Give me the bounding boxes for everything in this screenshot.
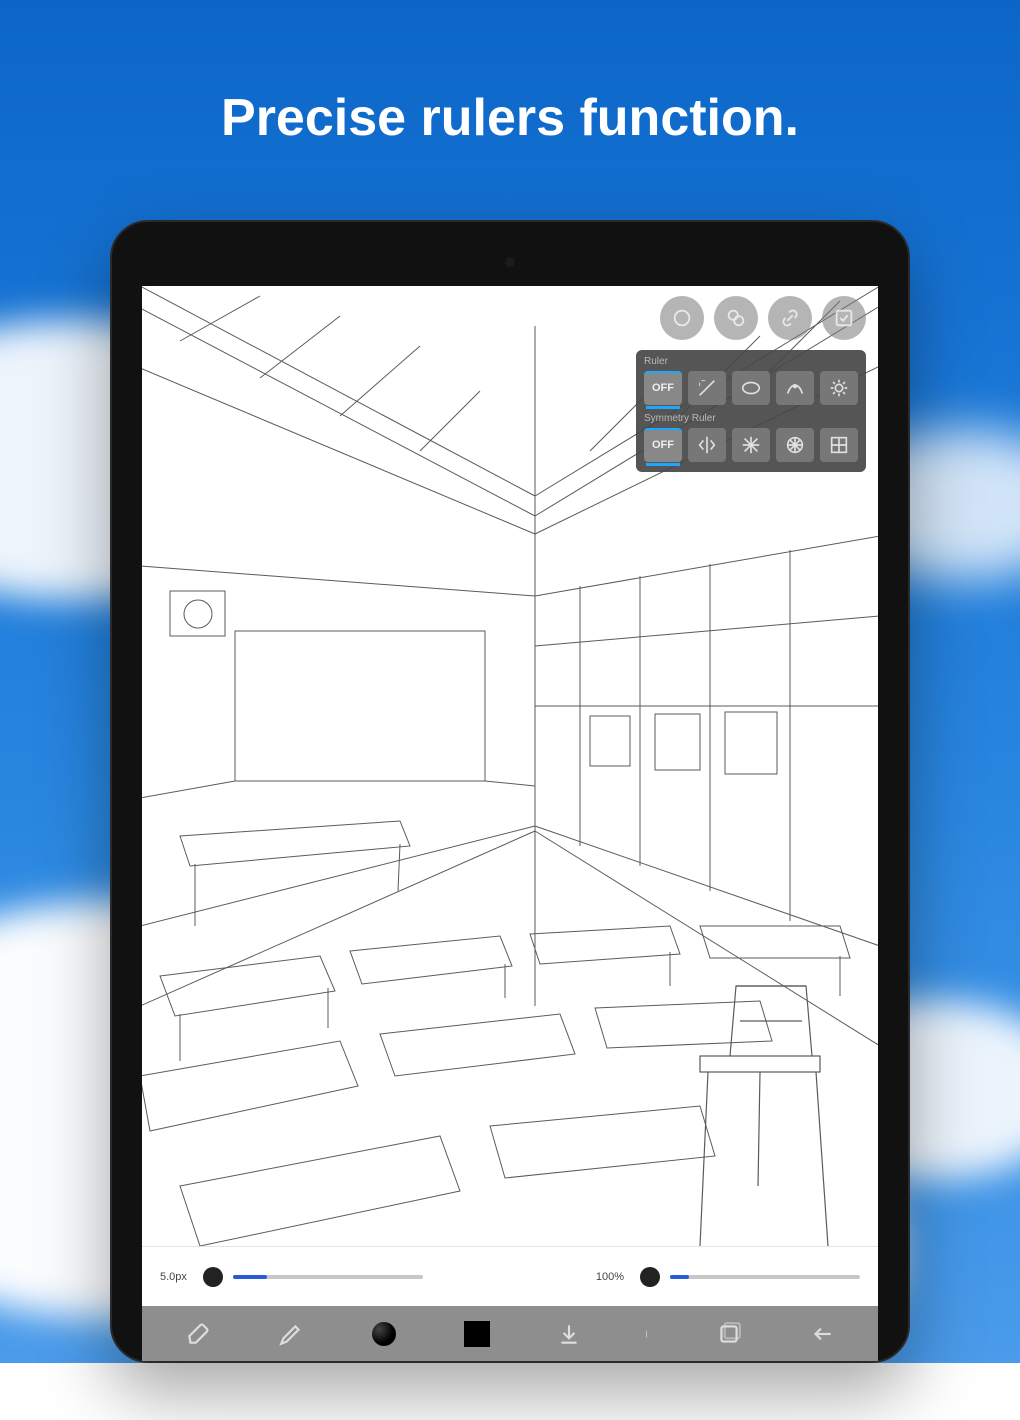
promo-headline: Precise rulers function. [0, 88, 1020, 148]
color-ball-icon [372, 1322, 396, 1346]
app-screen: Ruler OFF Symmetry Ruler [142, 286, 878, 1361]
top-quick-bar [660, 296, 866, 340]
symmetry-kaleidoscope-button[interactable] [732, 428, 770, 462]
eraser-tool[interactable] [175, 1314, 221, 1354]
tablet-camera [504, 256, 516, 268]
ruler-curve-button[interactable] [776, 371, 814, 405]
layers-tool[interactable] [706, 1314, 752, 1354]
opacity-slider-track[interactable] [670, 1275, 860, 1279]
slider-bar: 5.0px 100% [142, 1246, 878, 1306]
opacity-slider-knob[interactable] [640, 1267, 660, 1287]
symmetry-radial-button[interactable] [776, 428, 814, 462]
ruler-settings-button[interactable] [820, 371, 858, 405]
ruler-line-button[interactable] [688, 371, 726, 405]
top-tool-shapes[interactable] [714, 296, 758, 340]
ruler-row: OFF [644, 371, 858, 405]
download-tool[interactable] [546, 1314, 592, 1354]
ruler-off-button[interactable]: OFF [644, 371, 682, 405]
size-slider-knob[interactable] [203, 1267, 223, 1287]
ruler-section-title: Ruler [644, 356, 858, 367]
top-tool-circle[interactable] [660, 296, 704, 340]
off-label: OFF [652, 439, 674, 451]
top-tool-link[interactable] [768, 296, 812, 340]
symmetry-off-button[interactable]: OFF [644, 428, 682, 462]
size-slider-fill [233, 1275, 267, 1279]
opacity-slider-fill [670, 1275, 689, 1279]
toolbar-divider [639, 1314, 659, 1354]
color-picker-tool[interactable] [361, 1314, 407, 1354]
brush-tool[interactable] [268, 1314, 314, 1354]
symmetry-grid-button[interactable] [820, 428, 858, 462]
tablet-frame: Ruler OFF Symmetry Ruler [110, 220, 910, 1363]
size-slider-track[interactable] [233, 1275, 423, 1279]
opacity-label: 100% [596, 1271, 624, 1283]
ruler-panel: Ruler OFF Symmetry Ruler [636, 350, 866, 472]
bottom-toolbar [142, 1306, 878, 1361]
size-label: 5.0px [160, 1271, 187, 1283]
top-tool-confirm[interactable] [822, 296, 866, 340]
symmetry-mirror-button[interactable] [688, 428, 726, 462]
swatch-tool[interactable] [454, 1314, 500, 1354]
symmetry-row: OFF [644, 428, 858, 462]
undo-tool[interactable] [799, 1314, 845, 1354]
off-label: OFF [652, 382, 674, 394]
ruler-ellipse-button[interactable] [732, 371, 770, 405]
swatch-black-icon [464, 1321, 490, 1347]
symmetry-section-title: Symmetry Ruler [644, 413, 858, 424]
